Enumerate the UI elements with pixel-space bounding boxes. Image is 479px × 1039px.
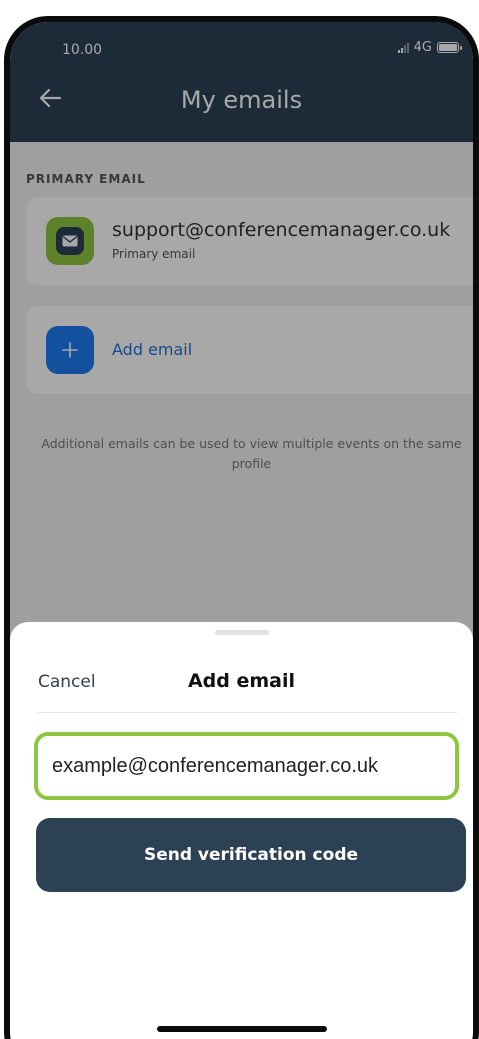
screen: 10.00 4G My emails PRIMARY EMAIL support… [10, 22, 473, 1039]
sheet-grabber[interactable] [214, 630, 269, 635]
network-label: 4G [413, 40, 432, 55]
phone-frame: 10.00 4G My emails PRIMARY EMAIL support… [4, 16, 479, 1039]
primary-email-address: support@conferencemanager.co.uk [112, 219, 451, 241]
battery-icon [437, 42, 462, 53]
divider [38, 712, 457, 713]
add-email-sheet: Cancel Add email Send verification code [10, 622, 473, 1039]
plus-icon [46, 326, 94, 374]
sheet-title: Add email [187, 670, 296, 692]
send-verification-button[interactable]: Send verification code [36, 818, 466, 892]
envelope-icon [56, 227, 84, 255]
status-indicators: 4G [397, 40, 462, 55]
email-input[interactable] [34, 732, 459, 800]
mail-tile [46, 217, 94, 265]
primary-email-subtitle: Primary email [112, 247, 196, 261]
status-time: 10.00 [62, 42, 103, 58]
add-email-row[interactable]: Add email [26, 306, 473, 394]
signal-icon [397, 42, 409, 53]
add-email-label: Add email [112, 340, 193, 359]
page-title: My emails [180, 86, 303, 114]
primary-email-card[interactable]: support@conferencemanager.co.uk Primary … [26, 197, 473, 285]
app-header: 10.00 4G My emails [10, 22, 473, 142]
home-indicator [156, 1026, 327, 1032]
hint-text: Additional emails can be used to view mu… [41, 436, 462, 471]
section-label: PRIMARY EMAIL [26, 172, 146, 186]
